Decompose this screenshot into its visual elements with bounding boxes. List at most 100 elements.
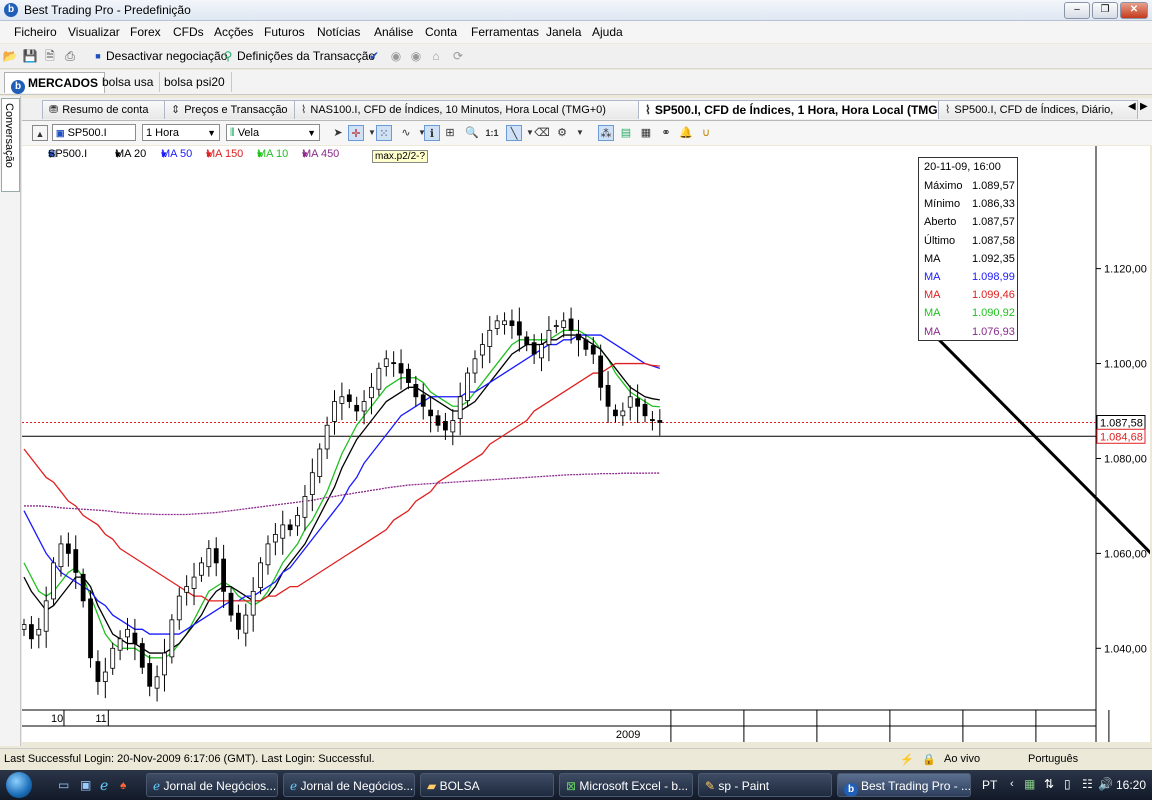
menu-ajuda[interactable]: Ajuda xyxy=(592,25,623,39)
info-label: Aberto xyxy=(924,216,957,229)
tray-network-icon[interactable]: ⇅ xyxy=(1044,777,1054,791)
back-icon[interactable]: ◉ xyxy=(388,48,404,64)
clock[interactable]: 16:20 xyxy=(1116,778,1146,792)
transaction-settings-button[interactable]: Definições da Transacção xyxy=(237,49,375,63)
checkmark-icon[interactable]: ✔ xyxy=(366,48,382,64)
language-status[interactable]: Português xyxy=(1028,753,1078,765)
chart-style-select[interactable]: ⫴ Vela ▼ xyxy=(226,124,320,141)
deactivate-square-icon: ■ xyxy=(95,51,101,61)
tab-bolsa-psi20[interactable]: bolsa psi20 xyxy=(158,72,232,92)
tray-battery-icon[interactable]: ▯ xyxy=(1064,777,1071,791)
refresh-icon[interactable]: ⟳ xyxy=(450,48,466,64)
menu-forex[interactable]: Forex xyxy=(130,25,161,39)
menu-visualizar[interactable]: Visualizar xyxy=(68,25,120,39)
interval-value: 1 Hora xyxy=(146,127,180,139)
legend-ma150[interactable]: MA 150 ▾ xyxy=(206,148,243,161)
home-icon[interactable]: ⌂ xyxy=(428,48,444,64)
tray-network2-icon[interactable]: ☷ xyxy=(1082,777,1093,791)
open-folder-icon[interactable]: 📂 xyxy=(2,48,18,64)
show-desktop-icon[interactable]: ▭ xyxy=(58,778,69,792)
print-icon[interactable]: ⎙ xyxy=(62,48,78,64)
alert-bell-icon[interactable]: 🔔 xyxy=(678,125,694,141)
account-icon: ⛃ xyxy=(49,104,59,116)
magnet-icon[interactable]: ⁂ xyxy=(598,125,614,141)
app-quicklaunch-icon[interactable]: ♠ xyxy=(120,778,126,792)
tab-nas100-chart[interactable]: ⌇ NAS100.I, CFD de Índices, 10 Minutos, H… xyxy=(294,100,648,119)
monitor-icon[interactable]: ▣ xyxy=(80,778,91,792)
task-bolsa[interactable]: ▰ BOLSA xyxy=(420,773,554,797)
eraser-icon[interactable]: ⌫ xyxy=(534,125,550,141)
info-value: 1.076,93 xyxy=(972,325,1015,338)
y-tick-label: 1.060,00 xyxy=(1104,548,1147,560)
ie-icon[interactable]: ℯ xyxy=(100,777,108,794)
zoom-icon[interactable]: 🔍 xyxy=(464,125,480,141)
legend-ma450[interactable]: MA 450 ▾ xyxy=(302,148,339,161)
candle-body xyxy=(191,576,197,589)
candle-body xyxy=(553,325,559,327)
minimize-button[interactable]: – xyxy=(1064,2,1090,19)
menu-ferramentas[interactable]: Ferramentas xyxy=(471,25,539,39)
task-excel[interactable]: ⊠ Microsoft Excel - b... xyxy=(559,773,693,797)
tabs-scroll-left-icon[interactable]: ◀ xyxy=(1128,101,1136,112)
candle-body xyxy=(117,638,123,651)
grid-dots-icon[interactable]: ⁙ xyxy=(376,125,392,141)
template-icon[interactable]: ▦ xyxy=(638,125,654,141)
tabs-scroll-right-icon[interactable]: ▶ xyxy=(1140,101,1148,112)
properties-icon[interactable]: ⚙ xyxy=(554,125,570,141)
candle-body xyxy=(450,420,456,433)
magnet-lock-icon[interactable]: ∪ xyxy=(698,125,714,141)
info-icon[interactable]: ℹ xyxy=(424,125,440,141)
save-all-icon[interactable]: 🗎 xyxy=(42,48,58,64)
chart-settings-icon[interactable]: ▤ xyxy=(618,125,634,141)
chevron-down-icon[interactable]: ▼ xyxy=(572,125,588,141)
tab-bolsa-usa[interactable]: bolsa usa xyxy=(96,72,161,92)
moving-average-line xyxy=(23,334,661,635)
tab-mercados[interactable]: b MERCADOS xyxy=(4,72,106,94)
menu-conta[interactable]: Conta xyxy=(425,25,457,39)
info-value: 1.086,33 xyxy=(972,198,1015,211)
language-indicator[interactable]: PT xyxy=(982,778,997,792)
actual-size-icon[interactable]: 1:1 xyxy=(484,125,500,141)
tab-label: Resumo de conta xyxy=(62,104,149,116)
menu-ficheiro[interactable]: Ficheiro xyxy=(14,25,57,39)
close-button[interactable]: ✕ xyxy=(1120,2,1148,19)
conversation-tab[interactable]: Conversação xyxy=(1,98,20,192)
legend-ma50[interactable]: MA 50 ▾ xyxy=(161,148,192,161)
task-jornal-1[interactable]: ℯ Jornal de Negócios... xyxy=(146,773,278,797)
chart-icon: ⌇ xyxy=(301,104,307,116)
deactivate-trading-button[interactable]: Desactivar negociação xyxy=(106,49,227,63)
maximize-button[interactable]: ❐ xyxy=(1092,2,1118,19)
task-jornal-2[interactable]: ℯ Jornal de Negócios... xyxy=(283,773,415,797)
zoom-area-icon[interactable]: ⊞ xyxy=(442,125,458,141)
menu-cfds[interactable]: CFDs xyxy=(173,25,204,39)
tab-account-summary[interactable]: ⛃ Resumo de conta xyxy=(42,100,174,119)
menu-futuros[interactable]: Futuros xyxy=(264,25,305,39)
menu-analise[interactable]: Análise xyxy=(374,25,413,39)
menu-noticias[interactable]: Notícias xyxy=(317,25,360,39)
task-paint[interactable]: ✎ sp - Paint xyxy=(698,773,832,797)
task-label: Best Trading Pro - ... xyxy=(861,779,971,793)
tray-chevron-icon[interactable]: ‹ xyxy=(1010,778,1014,790)
indicator-icon[interactable]: ∿ xyxy=(398,125,414,141)
legend-ma20[interactable]: MA 20 ▾ xyxy=(115,148,146,161)
trend-line-icon[interactable]: ╲ xyxy=(506,125,522,141)
tab-prices-transaction[interactable]: ⇕ Preços e Transacção xyxy=(164,100,303,119)
tray-app-icon[interactable]: ▦ xyxy=(1024,777,1035,791)
legend-symbol[interactable]: ▣ SP500.I ▾ xyxy=(48,148,87,161)
menu-accoes[interactable]: Acções xyxy=(214,25,253,39)
tray-volume-icon[interactable]: 🔊 xyxy=(1098,777,1113,791)
legend-ma10[interactable]: MA 10 ▾ xyxy=(257,148,288,161)
menu-janela[interactable]: Janela xyxy=(546,25,581,39)
crosshair-icon[interactable]: ✛ xyxy=(348,125,364,141)
collapse-up-icon[interactable]: ▲ xyxy=(32,125,48,141)
interval-select[interactable]: 1 Hora ▼ xyxy=(142,124,220,141)
start-button[interactable] xyxy=(6,772,32,798)
task-best-trading[interactable]: b Best Trading Pro - ... xyxy=(837,773,971,797)
cursor-arrow-icon[interactable]: ➤ xyxy=(330,125,346,141)
forward-icon[interactable]: ◉ xyxy=(408,48,424,64)
symbol-input[interactable]: ▣ SP500.I xyxy=(52,124,136,141)
save-icon[interactable]: 💾 xyxy=(22,48,38,64)
link-icon[interactable]: ⚭ xyxy=(658,125,674,141)
tab-sp500-daily-chart[interactable]: ⌇ SP500.I, CFD de Índices, Diário, xyxy=(938,100,1138,119)
tab-sp500-hourly-chart[interactable]: ⌇ SP500.I, CFD de Índices, 1 Hora, Hora L… xyxy=(638,100,948,119)
